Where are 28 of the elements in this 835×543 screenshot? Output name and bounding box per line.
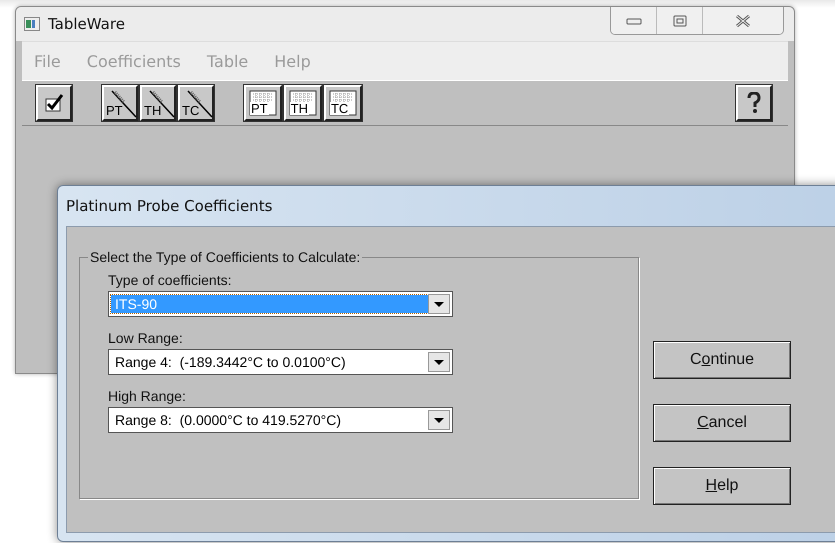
minimize-button[interactable] <box>611 7 657 34</box>
dialog-button[interactable]: Help <box>653 467 791 505</box>
close-icon <box>734 14 752 28</box>
close-button[interactable] <box>703 7 783 34</box>
window-title: TableWare <box>48 15 125 33</box>
dropdown[interactable]: Range 4: (-189.3442°C to 0.0100°C) <box>108 349 453 375</box>
field-label: High Range: <box>108 387 187 406</box>
maximize-button[interactable] <box>657 7 703 34</box>
dropdown[interactable]: Range 8: (0.0000°C to 419.5270°C) <box>108 407 453 433</box>
dialog-button[interactable]: Continue <box>653 341 791 379</box>
probe-button[interactable]: PT <box>102 85 138 121</box>
field-label: Low Range: <box>108 329 184 348</box>
dialog-title: Platinum Probe Coefficients <box>66 197 272 215</box>
dialog-button[interactable]: Cancel <box>653 404 791 442</box>
probe-button[interactable]: TH <box>140 85 176 121</box>
table-button[interactable]: TC <box>324 85 362 121</box>
maximize-icon <box>672 14 686 26</box>
app-icon <box>24 17 40 31</box>
group-title: Select the Type of Coefficients to Calculate: <box>89 249 362 265</box>
question-mark-icon <box>746 92 762 114</box>
minimize-icon <box>626 16 642 24</box>
checkmark-icon <box>44 93 64 113</box>
field-label: Type of coefficients: <box>108 271 232 290</box>
probe-button[interactable]: TC <box>178 85 214 121</box>
table-button[interactable]: TH <box>284 85 322 121</box>
check-button[interactable] <box>36 85 72 121</box>
table-button[interactable]: PT <box>244 85 282 121</box>
help-button[interactable] <box>736 85 772 121</box>
